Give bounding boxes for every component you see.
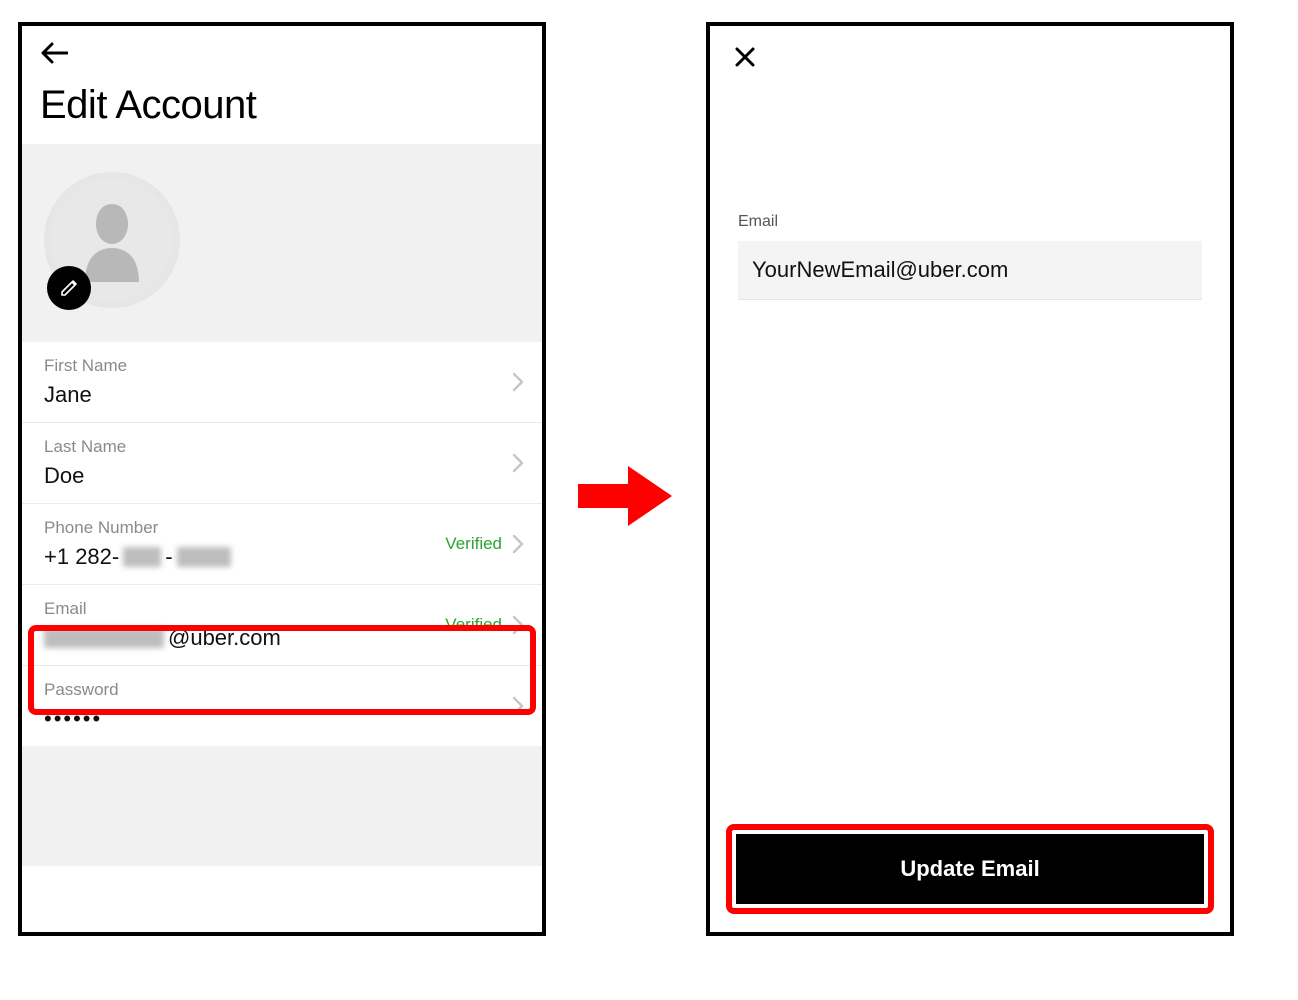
flow-arrow-icon <box>570 456 680 536</box>
close-icon[interactable] <box>734 55 756 72</box>
edit-account-screen: Edit Account First Name Jane Last Name D… <box>18 22 546 936</box>
person-silhouette-icon <box>77 198 147 282</box>
update-email-screen: Email YourNewEmail@uber.com Update Email <box>706 22 1234 936</box>
email-field-label: Email <box>738 213 1202 231</box>
redacted-text <box>44 628 164 648</box>
chevron-right-icon <box>512 696 524 716</box>
back-arrow-icon[interactable] <box>40 51 68 68</box>
redacted-text <box>123 547 161 567</box>
edit-avatar-button[interactable] <box>47 266 91 310</box>
update-email-button[interactable]: Update Email <box>736 834 1204 904</box>
chevron-right-icon <box>512 534 524 554</box>
last-name-value: Doe <box>44 463 520 489</box>
pencil-icon <box>59 278 79 298</box>
first-name-value: Jane <box>44 382 520 408</box>
password-value: •••••• <box>44 706 520 732</box>
last-name-label: Last Name <box>44 437 520 457</box>
chevron-right-icon <box>512 453 524 473</box>
page-title: Edit Account <box>22 69 542 144</box>
password-label: Password <box>44 680 520 700</box>
update-email-highlight: Update Email <box>726 824 1214 914</box>
email-row[interactable]: Email @uber.com Verified <box>22 585 542 666</box>
first-name-label: First Name <box>44 356 520 376</box>
phone-row[interactable]: Phone Number +1 282- - Verified <box>22 504 542 585</box>
avatar-section <box>22 144 542 342</box>
redacted-text <box>177 547 231 567</box>
first-name-row[interactable]: First Name Jane <box>22 342 542 423</box>
avatar-placeholder[interactable] <box>44 172 180 308</box>
phone-verified-badge: Verified <box>445 534 502 554</box>
last-name-row[interactable]: Last Name Doe <box>22 423 542 504</box>
chevron-right-icon <box>512 615 524 635</box>
email-input[interactable]: YourNewEmail@uber.com <box>738 241 1202 300</box>
chevron-right-icon <box>512 372 524 392</box>
email-verified-badge: Verified <box>445 615 502 635</box>
bottom-spacer <box>22 746 542 866</box>
password-row[interactable]: Password •••••• <box>22 666 542 746</box>
